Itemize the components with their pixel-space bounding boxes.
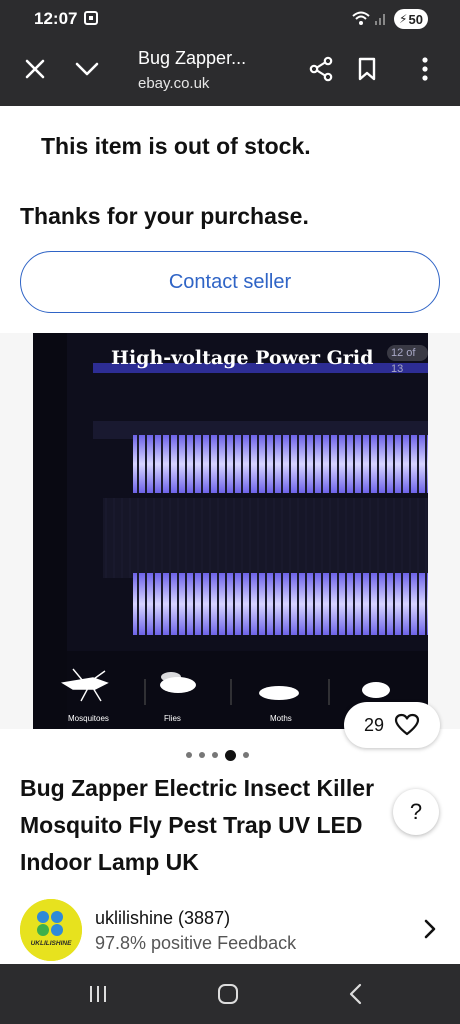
watch-button[interactable]: 29: [344, 702, 440, 748]
contact-seller-button[interactable]: Contact seller: [20, 251, 440, 313]
battery-charging-icon: ⚡ 50: [394, 9, 428, 29]
pagination-dot[interactable]: [243, 752, 249, 758]
bookmark-button[interactable]: [352, 54, 382, 84]
image-caption: High-voltage Power Grid: [111, 347, 374, 369]
bug-zapper-photo: Mosquitoes Flies Moths: [33, 333, 428, 729]
back-icon: [349, 983, 362, 1005]
wifi-icon: [352, 11, 370, 25]
more-vertical-icon: [422, 57, 428, 81]
screen-record-icon: [84, 11, 98, 25]
seller-feedback: 97.8% positive Feedback: [95, 933, 297, 953]
item-title-line: Mosquito Fly Pest Trap UV LED: [20, 812, 363, 838]
browser-toolbar: 12:07 ⚡ 50 Bug Zapper... ebay.co.uk: [0, 0, 460, 106]
chevron-down-icon: [75, 62, 99, 76]
heart-icon: [394, 713, 420, 736]
share-icon: [309, 56, 333, 82]
close-button[interactable]: [20, 54, 50, 84]
page-domain: ebay.co.uk: [138, 75, 210, 92]
seller-avatar[interactable]: UKLILISHINE: [20, 899, 82, 961]
recent-apps-button[interactable]: [84, 982, 112, 1006]
pagination-dot-active[interactable]: [225, 749, 236, 761]
signal-icon: [375, 14, 385, 25]
product-image[interactable]: Mosquitoes Flies Moths High-voltage Powe…: [33, 333, 428, 729]
chevron-right-icon[interactable]: [420, 918, 440, 940]
watch-count: 29: [363, 714, 385, 735]
image-counter: 12 of 13: [387, 345, 428, 375]
out-of-stock-notice: This item is out of stock.: [41, 133, 311, 159]
insect-label-moths: Moths: [270, 714, 292, 723]
insect-label-mosquitoes: Mosquitoes: [68, 714, 109, 723]
pagination-dot[interactable]: [199, 752, 205, 758]
battery-level: 50: [408, 11, 423, 27]
system-nav-bar: [0, 964, 460, 1024]
image-gallery[interactable]: Mosquitoes Flies Moths High-voltage Powe…: [0, 333, 460, 729]
minimize-button[interactable]: [72, 54, 102, 84]
pagination-dot[interactable]: [212, 752, 218, 758]
svg-text:UKLILISHINE: UKLILISHINE: [31, 940, 72, 947]
gallery-pagination[interactable]: [186, 748, 249, 762]
status-bar: 12:07 ⚡ 50: [0, 0, 460, 36]
recent-apps-icon: [90, 986, 106, 1002]
bookmark-icon: [358, 57, 376, 81]
page-title: Bug Zapper...: [138, 48, 247, 68]
item-title: Bug Zapper Electric Insect Killer Mosqui…: [20, 770, 428, 881]
help-button[interactable]: ?: [393, 789, 439, 835]
purchase-thanks: Thanks for your purchase.: [20, 203, 309, 229]
close-icon: [25, 59, 45, 79]
seller-logo: UKLILISHINE: [20, 899, 82, 961]
item-title-line: Indoor Lamp UK: [20, 849, 199, 875]
seller-name[interactable]: uklilishine (3887): [95, 908, 230, 929]
status-time: 12:07: [34, 9, 78, 28]
home-button[interactable]: [214, 982, 242, 1006]
share-button[interactable]: [306, 54, 336, 84]
insect-label-flies: Flies: [164, 714, 181, 723]
pagination-dot[interactable]: [186, 752, 192, 758]
item-title-line: Bug Zapper Electric Insect Killer: [20, 775, 375, 801]
back-button[interactable]: [342, 982, 370, 1006]
home-icon: [218, 984, 238, 1004]
more-menu-button[interactable]: [410, 54, 440, 84]
